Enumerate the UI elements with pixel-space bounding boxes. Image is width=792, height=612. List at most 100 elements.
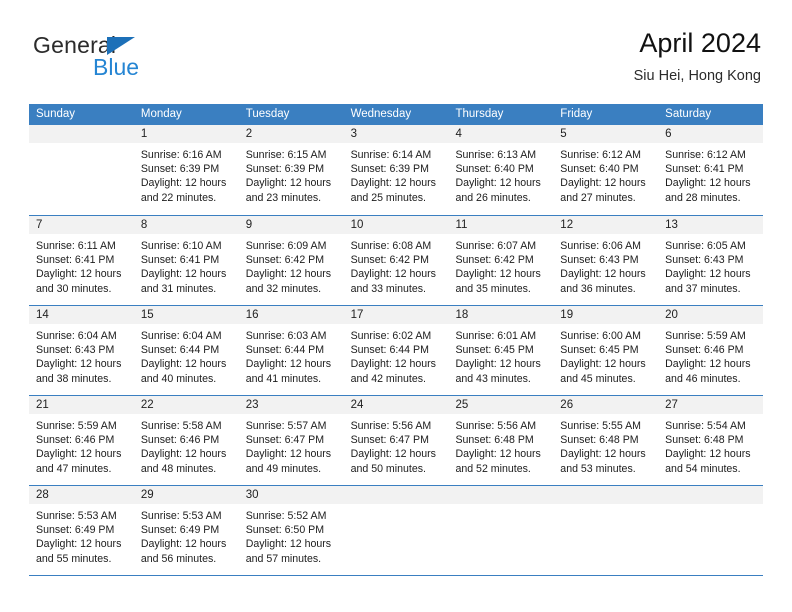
calendar-day-cell[interactable]: 28 Sunrise: 5:53 AM Sunset: 6:49 PM Dayligh… [29, 486, 134, 575]
day-number-band: 3 [343, 125, 449, 143]
page-title: April 2024 [639, 28, 761, 58]
day-detail-line: Sunrise: 6:00 AM [560, 330, 641, 342]
day-detail-line: Daylight: 12 hours [665, 448, 751, 461]
day-number-band: 13 [658, 216, 764, 234]
day-detail-lines: Sunrise: 6:04 AM Sunset: 6:44 PM Daylight:… [134, 324, 239, 386]
day-detail-line: Daylight: 12 hours [140, 448, 227, 461]
day-number: 4 [455, 128, 462, 140]
calendar-day-cell[interactable]: 16 Sunrise: 6:03 AM Sunset: 6:44 PM Dayligh… [238, 306, 344, 395]
weekday-header-monday: Monday [140, 108, 182, 120]
calendar-day-cell[interactable]: 7 Sunrise: 6:11 AM Sunset: 6:41 PM Daylight… [29, 216, 134, 305]
calendar-day-cell[interactable]: 9 Sunrise: 6:09 AM Sunset: 6:42 PM Daylight… [238, 216, 344, 305]
calendar-day-cell[interactable]: 20 Sunrise: 5:59 AM Sunset: 6:46 PM Dayligh… [658, 306, 764, 395]
day-detail-line: and 35 minutes. [455, 282, 531, 295]
day-number-band: 5 [553, 125, 659, 143]
calendar-day-cell[interactable]: 23 Sunrise: 5:57 AM Sunset: 6:47 PM Dayligh… [238, 396, 344, 485]
calendar-day-cell[interactable]: 12 Sunrise: 6:06 AM Sunset: 6:43 PM Dayligh… [553, 216, 659, 305]
day-number: 10 [350, 219, 364, 231]
day-detail-line: Daylight: 12 hours [560, 177, 646, 190]
logo-text-blue: Blue [93, 54, 140, 80]
day-detail-line: Daylight: 12 hours [245, 177, 332, 190]
title-block: April 2024 Siu Hei, Hong Kong [634, 28, 761, 85]
day-detail-lines: Sunrise: 6:02 AM Sunset: 6:44 PM Daylight:… [344, 324, 449, 386]
day-detail-line: Sunset: 6:43 PM [665, 254, 744, 267]
day-detail-line: Sunset: 6:44 PM [350, 344, 429, 357]
day-detail-line: and 28 minutes. [665, 191, 741, 204]
day-number-band: 7 [29, 216, 134, 234]
day-number-band: 4 [448, 125, 554, 143]
calendar-day-cell[interactable]: 18 Sunrise: 6:01 AM Sunset: 6:45 PM Dayligh… [448, 306, 554, 395]
calendar-day-cell[interactable]: 5 Sunrise: 6:12 AM Sunset: 6:40 PM Daylight… [553, 125, 659, 215]
day-detail-line: Sunset: 6:48 PM [560, 434, 639, 447]
day-number: 18 [455, 309, 469, 321]
day-detail-line: and 43 minutes. [455, 372, 531, 385]
day-detail-line: Daylight: 12 hours [350, 358, 436, 371]
calendar-day-cell[interactable]: 24 Sunrise: 5:56 AM Sunset: 6:47 PM Dayligh… [343, 396, 449, 485]
day-detail-line: Sunrise: 5:57 AM [245, 420, 327, 432]
day-detail-lines: Sunrise: 5:56 AM Sunset: 6:48 PM Daylight:… [448, 414, 553, 476]
day-detail-line: Sunrise: 6:04 AM [36, 330, 117, 342]
day-detail-lines: Sunrise: 5:57 AM Sunset: 6:47 PM Daylight:… [239, 414, 344, 476]
day-detail-lines: Sunrise: 5:59 AM Sunset: 6:46 PM Daylight:… [29, 414, 134, 476]
calendar-day-cell[interactable]: 17 Sunrise: 6:02 AM Sunset: 6:44 PM Dayligh… [343, 306, 449, 395]
calendar-day-cell[interactable]: 25 Sunrise: 5:56 AM Sunset: 6:48 PM Dayligh… [448, 396, 554, 485]
calendar-day-cell[interactable]: 6 Sunrise: 6:12 AM Sunset: 6:41 PM Daylight… [658, 125, 764, 215]
calendar-day-cell[interactable]: 26 Sunrise: 5:55 AM Sunset: 6:48 PM Dayligh… [553, 396, 659, 485]
day-number: 2 [245, 128, 253, 140]
calendar-day-cell[interactable]: 14 Sunrise: 6:04 AM Sunset: 6:43 PM Dayligh… [29, 306, 134, 395]
calendar-day-cell[interactable]: 4 Sunrise: 6:13 AM Sunset: 6:40 PM Daylight… [448, 125, 554, 215]
calendar-day-cell-empty [553, 486, 659, 575]
calendar-day-cell[interactable]: 10 Sunrise: 6:08 AM Sunset: 6:42 PM Dayligh… [343, 216, 449, 305]
calendar-day-cell[interactable]: 13 Sunrise: 6:05 AM Sunset: 6:43 PM Dayligh… [658, 216, 764, 305]
day-detail-line: Daylight: 12 hours [560, 358, 646, 371]
day-detail-line: Sunset: 6:39 PM [140, 163, 220, 176]
day-detail-line: Sunrise: 6:12 AM [560, 149, 641, 161]
day-detail-line: Daylight: 12 hours [36, 448, 122, 461]
day-detail-line: Daylight: 12 hours [665, 268, 751, 281]
day-detail-line: Sunrise: 6:10 AM [140, 240, 222, 252]
day-detail-lines: Sunrise: 6:10 AM Sunset: 6:41 PM Daylight:… [134, 234, 239, 296]
weekday-header-tuesday: Tuesday [245, 108, 290, 120]
day-detail-line: Sunset: 6:42 PM [245, 254, 325, 267]
day-detail-line: Sunset: 6:44 PM [140, 344, 220, 357]
day-detail-line: and 36 minutes. [560, 282, 636, 295]
day-detail-line: Sunset: 6:42 PM [455, 254, 534, 267]
day-number: 24 [350, 399, 364, 411]
day-detail-lines: Sunrise: 6:04 AM Sunset: 6:43 PM Daylight:… [29, 324, 134, 386]
day-detail-lines: Sunrise: 6:12 AM Sunset: 6:40 PM Daylight:… [553, 143, 658, 205]
day-detail-line: Sunset: 6:39 PM [350, 163, 429, 176]
day-detail-line: Sunrise: 5:58 AM [140, 420, 222, 432]
day-detail-line: and 49 minutes. [245, 462, 322, 475]
calendar-day-cell[interactable]: 15 Sunrise: 6:04 AM Sunset: 6:44 PM Dayligh… [133, 306, 239, 395]
day-detail-line: Daylight: 12 hours [665, 358, 751, 371]
day-detail-line: Sunrise: 5:53 AM [140, 510, 222, 522]
calendar-day-cell-empty [343, 486, 449, 575]
calendar-day-cell[interactable]: 21 Sunrise: 5:59 AM Sunset: 6:46 PM Dayligh… [29, 396, 134, 485]
calendar-day-cell[interactable]: 19 Sunrise: 6:00 AM Sunset: 6:45 PM Dayligh… [553, 306, 659, 395]
day-detail-line: Sunset: 6:41 PM [665, 163, 744, 176]
day-detail-line: Sunrise: 6:05 AM [665, 240, 746, 252]
day-detail-line: and 33 minutes. [350, 282, 426, 295]
calendar-week-row: 1 Sunrise: 6:16 AM Sunset: 6:39 PM Daylight… [29, 125, 764, 215]
calendar-day-cell[interactable]: 30 Sunrise: 5:52 AM Sunset: 6:50 PM Dayligh… [238, 486, 344, 575]
calendar-day-cell[interactable]: 8 Sunrise: 6:10 AM Sunset: 6:41 PM Daylight… [133, 216, 239, 305]
day-number: 25 [455, 399, 469, 411]
day-detail-line: Daylight: 12 hours [140, 538, 227, 551]
day-number-band: 26 [553, 396, 659, 414]
calendar-day-cell[interactable]: 1 Sunrise: 6:16 AM Sunset: 6:39 PM Daylight… [133, 125, 239, 215]
calendar-day-cell[interactable]: 29 Sunrise: 5:53 AM Sunset: 6:49 PM Dayligh… [133, 486, 239, 575]
day-number-band: 27 [658, 396, 764, 414]
calendar-day-cell[interactable]: 3 Sunrise: 6:14 AM Sunset: 6:39 PM Daylight… [343, 125, 449, 215]
day-detail-line: Daylight: 12 hours [36, 358, 122, 371]
calendar-day-cell[interactable]: 27 Sunrise: 5:54 AM Sunset: 6:48 PM Dayligh… [658, 396, 764, 485]
day-detail-lines: Sunrise: 6:07 AM Sunset: 6:42 PM Daylight:… [448, 234, 553, 296]
day-detail-lines: Sunrise: 6:11 AM Sunset: 6:41 PM Daylight:… [29, 234, 134, 296]
day-number: 15 [140, 309, 154, 321]
day-detail-lines: Sunrise: 5:56 AM Sunset: 6:47 PM Daylight:… [344, 414, 449, 476]
calendar-day-cell[interactable]: 22 Sunrise: 5:58 AM Sunset: 6:46 PM Dayligh… [133, 396, 239, 485]
day-detail-lines: Sunrise: 6:08 AM Sunset: 6:42 PM Daylight:… [344, 234, 449, 296]
calendar-day-cell[interactable]: 11 Sunrise: 6:07 AM Sunset: 6:42 PM Dayligh… [448, 216, 554, 305]
day-detail-line: and 45 minutes. [560, 372, 636, 385]
calendar-day-cell[interactable]: 2 Sunrise: 6:15 AM Sunset: 6:39 PM Daylight… [238, 125, 344, 215]
day-number-band: 16 [238, 306, 344, 324]
